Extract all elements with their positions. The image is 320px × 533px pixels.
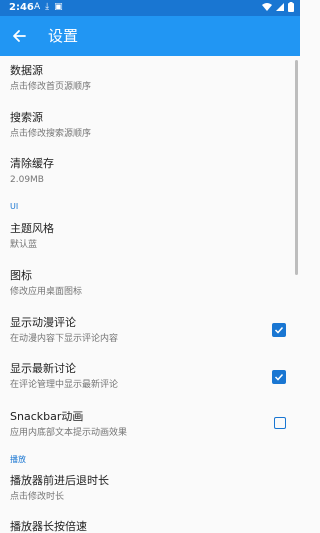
show-latest-discussion-checkbox[interactable]	[272, 370, 286, 384]
category-ui: UI	[10, 202, 19, 211]
pref-title: 显示动漫评论	[10, 316, 76, 329]
system-icons	[262, 2, 294, 12]
category-player: 播放	[10, 455, 26, 464]
pref-summary: 修改应用桌面图标	[10, 287, 83, 297]
pref-title: 主题风格	[10, 222, 54, 235]
pref-summary: 默认蓝	[10, 240, 38, 250]
snackbar-animation-checkbox[interactable]	[274, 417, 286, 429]
pref-title: 播放器前进后退时长	[10, 474, 109, 487]
signal-icon	[276, 3, 284, 11]
status-bar: 2:46 A ⤓ ▣	[0, 0, 300, 16]
pref-summary: 点击修改首页源顺序	[10, 82, 92, 92]
pref-show-latest-discussion[interactable]: 显示最新讨论 在评论管理中显示最新评论	[10, 362, 290, 391]
back-button[interactable]	[6, 22, 34, 50]
pref-search-source[interactable]: 搜索源 点击修改搜索源顺序	[10, 111, 290, 140]
settings-list[interactable]: 数据源 点击修改首页源顺序 搜索源 点击修改搜索源顺序 清除缓存 2.09MB …	[0, 56, 300, 533]
check-icon	[274, 373, 284, 381]
pref-title: 搜索源	[10, 111, 43, 124]
scrollbar[interactable]	[295, 60, 298, 275]
pref-clear-cache[interactable]: 清除缓存 2.09MB	[10, 157, 290, 186]
app-notification-icon: A	[34, 2, 41, 12]
pref-summary: 点击修改时长	[10, 492, 65, 502]
pref-theme-style[interactable]: 主题风格 默认蓝	[10, 222, 290, 251]
arrow-back-icon	[13, 30, 26, 42]
pref-title: 图标	[10, 269, 32, 282]
pref-summary: 点击修改搜索源顺序	[10, 129, 92, 139]
page-title: 设置	[48, 27, 79, 45]
battery-icon	[288, 2, 294, 12]
notification-icons: A ⤓ ▣	[34, 2, 63, 12]
pref-icon[interactable]: 图标 修改应用桌面图标	[10, 269, 290, 298]
check-icon	[274, 326, 284, 334]
status-time: 2:46	[9, 2, 34, 13]
pref-data-source[interactable]: 数据源 点击修改首页源顺序	[10, 64, 290, 93]
wifi-icon	[262, 3, 272, 11]
pref-long-press-speed[interactable]: 播放器长按倍速	[10, 520, 290, 533]
toolbar: 设置	[0, 16, 300, 56]
picture-notification-icon: ▣	[54, 2, 63, 12]
pref-title: 数据源	[10, 64, 43, 77]
pref-title: Snackbar动画	[10, 410, 84, 423]
pref-seek-duration[interactable]: 播放器前进后退时长 点击修改时长	[10, 474, 290, 503]
pref-title: 显示最新讨论	[10, 362, 76, 375]
pref-summary: 在评论管理中显示最新评论	[10, 380, 119, 390]
pref-summary: 2.09MB	[10, 175, 44, 185]
pref-snackbar-animation[interactable]: Snackbar动画 应用内底部文本提示动画效果	[10, 410, 290, 439]
download-icon: ⤓	[45, 2, 50, 12]
pref-title: 播放器长按倍速	[10, 520, 87, 533]
pref-summary: 应用内底部文本提示动画效果	[10, 428, 128, 438]
show-anime-comments-checkbox[interactable]	[272, 323, 286, 337]
pref-title: 清除缓存	[10, 157, 54, 170]
pref-show-anime-comments[interactable]: 显示动漫评论 在动漫内容下显示评论内容	[10, 316, 290, 345]
pref-summary: 在动漫内容下显示评论内容	[10, 334, 119, 344]
